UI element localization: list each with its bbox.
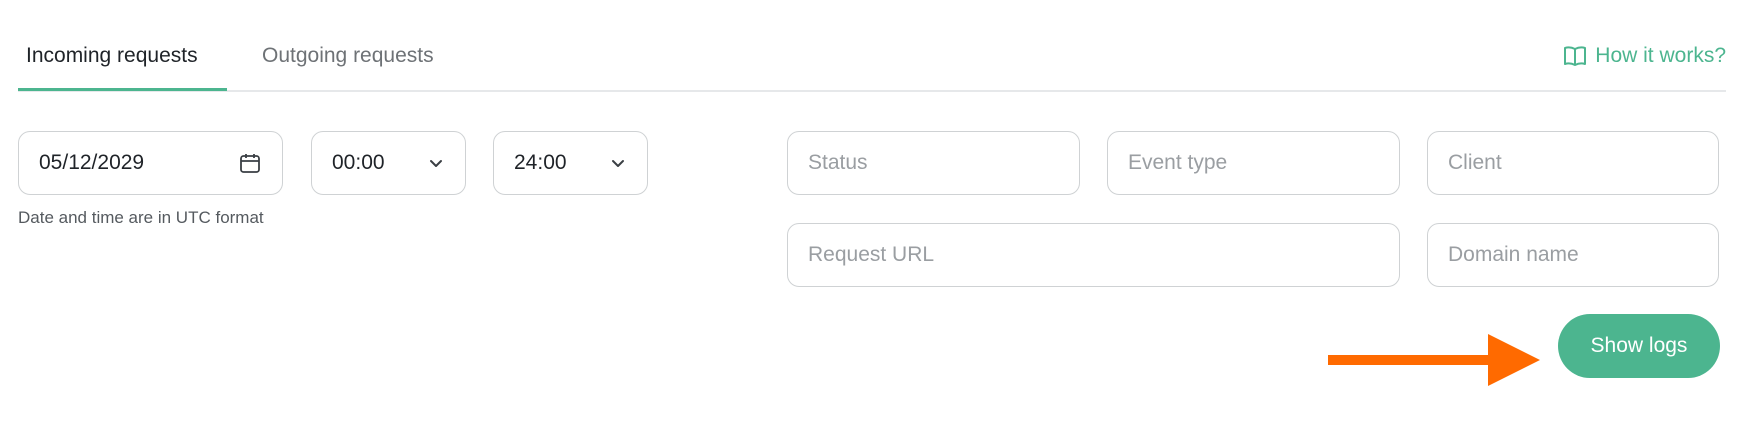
book-icon	[1563, 45, 1587, 67]
time-to-value: 24:00	[514, 151, 567, 174]
request-url-field[interactable]: Request URL	[787, 223, 1400, 287]
how-it-works-label: How it works?	[1595, 44, 1726, 67]
time-from-value: 00:00	[332, 151, 385, 174]
time-to-select[interactable]: 24:00	[493, 131, 648, 195]
time-from-select[interactable]: 00:00	[311, 131, 466, 195]
annotation-arrow-icon	[1328, 334, 1540, 391]
tab-incoming-requests[interactable]: Incoming requests	[18, 40, 227, 91]
utc-format-hint: Date and time are in UTC format	[18, 208, 264, 227]
tab-outgoing-requests[interactable]: Outgoing requests	[262, 40, 434, 88]
status-field[interactable]: Status	[787, 131, 1080, 195]
chevron-down-icon	[609, 154, 627, 172]
domain-name-field[interactable]: Domain name	[1427, 223, 1719, 287]
status-placeholder: Status	[808, 151, 868, 174]
chevron-down-icon	[427, 154, 445, 172]
tab-outgoing-label: Outgoing requests	[262, 44, 434, 67]
date-input[interactable]: 05/12/2029	[18, 131, 283, 195]
how-it-works-link[interactable]: How it works?	[1563, 40, 1726, 72]
show-logs-button[interactable]: Show logs	[1558, 314, 1720, 378]
domain-name-placeholder: Domain name	[1448, 243, 1579, 266]
client-placeholder: Client	[1448, 151, 1502, 174]
date-value: 05/12/2029	[39, 151, 145, 174]
request-tabs: Incoming requests Outgoing requests How …	[18, 30, 1726, 92]
request-url-placeholder: Request URL	[808, 243, 935, 266]
event-type-field[interactable]: Event type	[1107, 131, 1400, 195]
client-field[interactable]: Client	[1427, 131, 1719, 195]
tab-incoming-label: Incoming requests	[26, 44, 198, 67]
calendar-icon[interactable]	[238, 151, 262, 175]
event-type-placeholder: Event type	[1128, 151, 1228, 174]
